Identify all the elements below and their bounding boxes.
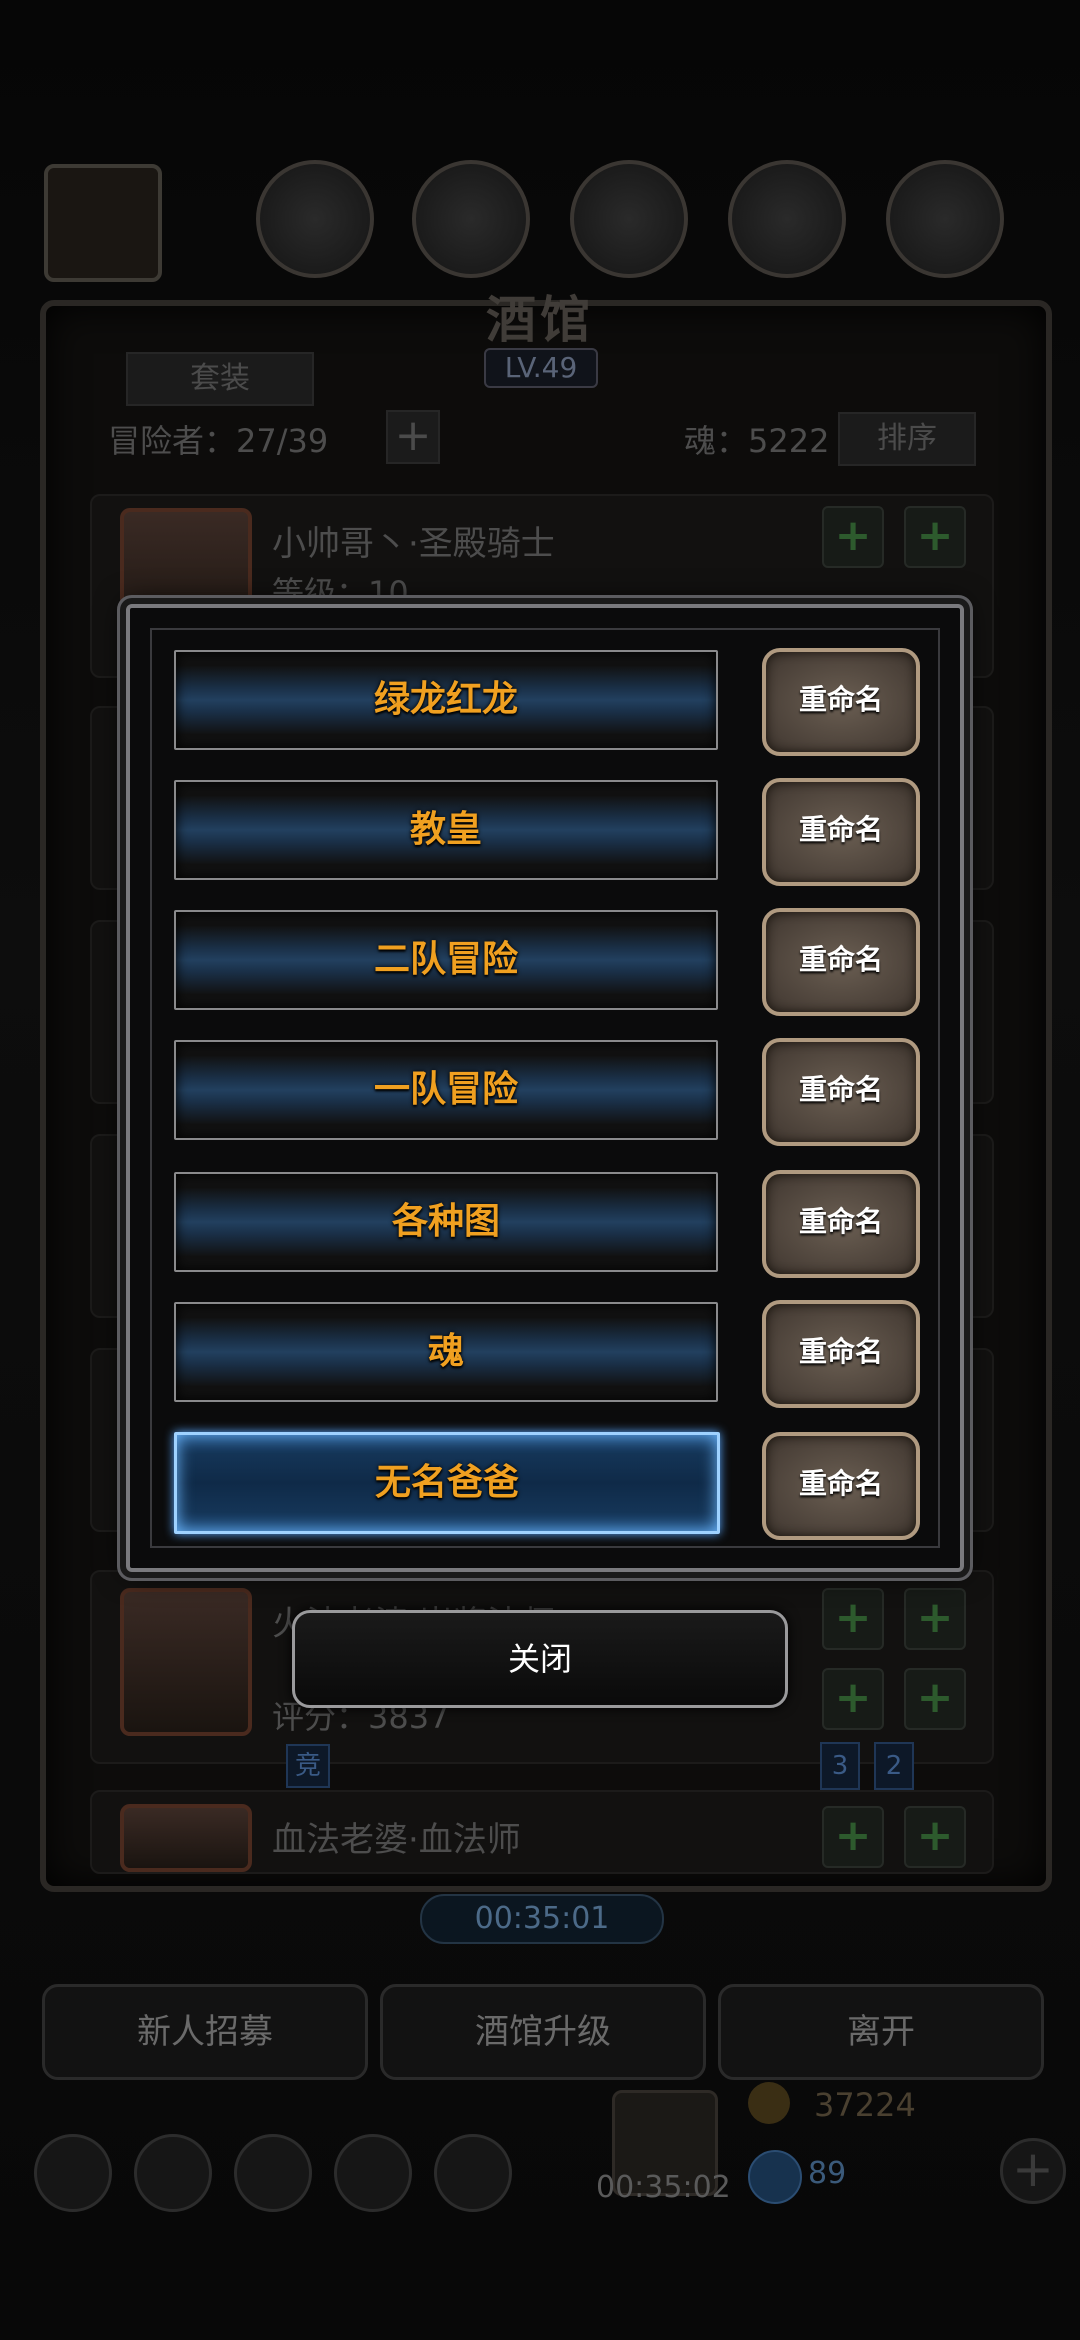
team-slot[interactable]: 一队冒险 bbox=[174, 1040, 718, 1140]
add-gem-button[interactable]: + bbox=[1000, 2138, 1066, 2204]
equip-slot-plus[interactable]: + bbox=[822, 1806, 884, 1868]
add-slot-button[interactable]: + bbox=[386, 410, 440, 464]
timer-text: 00:35:01 bbox=[474, 1901, 610, 1936]
team-slot-label: 教皇 bbox=[409, 809, 482, 850]
equip-slot-plus[interactable]: + bbox=[904, 1806, 966, 1868]
gold-amount: 37224 bbox=[814, 2086, 916, 2124]
hero-portrait bbox=[120, 1804, 252, 1872]
team-slot-label: 各种图 bbox=[391, 1201, 500, 1242]
team-slot-label: 一队冒险 bbox=[373, 1069, 518, 1110]
bottom-timer: 00:35:02 bbox=[596, 2170, 731, 2205]
tab-icon-crystal[interactable] bbox=[728, 160, 846, 278]
mail-icon[interactable] bbox=[334, 2134, 412, 2212]
upgrade-tavern-button[interactable]: 酒馆升级 bbox=[380, 1984, 706, 2080]
team-slot[interactable]: 教皇 bbox=[174, 780, 718, 880]
team-slot-label: 无名爸爸 bbox=[374, 1462, 519, 1503]
hero-name: 小帅哥丶·圣殿骑士 bbox=[272, 524, 555, 564]
equip-slot-plus[interactable]: + bbox=[904, 506, 966, 568]
team-slot-selected[interactable]: 无名爸爸 bbox=[174, 1432, 720, 1534]
achievement-icon[interactable] bbox=[134, 2134, 212, 2212]
tab-icon-weapon[interactable] bbox=[412, 160, 530, 278]
team-slot[interactable]: 各种图 bbox=[174, 1172, 718, 1272]
bag-icon[interactable] bbox=[434, 2134, 512, 2212]
close-button[interactable]: 关闭 bbox=[292, 1610, 788, 1708]
page-title: 酒馆 bbox=[486, 291, 594, 349]
recruit-button[interactable]: 新人招募 bbox=[42, 1984, 368, 2080]
team-slot[interactable]: 二队冒险 bbox=[174, 910, 718, 1010]
refresh-timer: 00:35:01 bbox=[420, 1894, 664, 1944]
rename-button[interactable]: 重命名 bbox=[762, 908, 920, 1016]
equip-slot-plus[interactable]: + bbox=[822, 506, 884, 568]
team-dialog: 绿龙红龙 重命名 教皇 重命名 二队冒险 重命名 一队冒险 重命名 各种图 重命… bbox=[126, 604, 964, 1572]
level-badge: LV.49 bbox=[484, 348, 598, 388]
arena-tag: 竞 bbox=[286, 1744, 330, 1788]
hero-name: 血法老婆·血法师 bbox=[272, 1820, 521, 1860]
equip-slot-plus[interactable]: + bbox=[822, 1668, 884, 1730]
gold-icon bbox=[748, 2082, 790, 2124]
team-slot-label: 二队冒险 bbox=[373, 939, 518, 980]
adventurers-count: 冒险者：27/39 bbox=[108, 422, 329, 460]
equip-slot-plus[interactable]: + bbox=[904, 1668, 966, 1730]
equip-slot-plus[interactable]: + bbox=[904, 1588, 966, 1650]
sort-button[interactable]: 排序 bbox=[838, 412, 976, 466]
tab-icon-fire[interactable] bbox=[256, 160, 374, 278]
team-slot[interactable]: 魂 bbox=[174, 1302, 718, 1402]
tab-icon-armor[interactable] bbox=[570, 160, 688, 278]
tab-icon-dark[interactable] bbox=[886, 160, 1004, 278]
gem-icon bbox=[748, 2150, 802, 2204]
rename-button[interactable]: 重命名 bbox=[762, 648, 920, 756]
rename-button[interactable]: 重命名 bbox=[762, 1170, 920, 1278]
equip-slot-plus[interactable]: + bbox=[822, 1588, 884, 1650]
star-badge: 3 bbox=[820, 1742, 860, 1790]
hero-portrait bbox=[120, 1588, 252, 1736]
rename-button[interactable]: 重命名 bbox=[762, 1432, 920, 1540]
rename-button[interactable]: 重命名 bbox=[762, 778, 920, 886]
scroll-icon[interactable] bbox=[234, 2134, 312, 2212]
rename-button[interactable]: 重命名 bbox=[762, 1300, 920, 1408]
souls-count: 魂：5222 bbox=[684, 422, 830, 460]
tab-icon-tavern[interactable] bbox=[44, 164, 162, 282]
rename-button[interactable]: 重命名 bbox=[762, 1038, 920, 1146]
outfit-button[interactable]: 套装 bbox=[126, 352, 314, 406]
settings-icon[interactable] bbox=[34, 2134, 112, 2212]
team-slot-label: 绿龙红龙 bbox=[373, 679, 518, 720]
team-slot[interactable]: 绿龙红龙 bbox=[174, 650, 718, 750]
gem-amount: 89 bbox=[808, 2156, 847, 2191]
leave-button[interactable]: 离开 bbox=[718, 1984, 1044, 2080]
star-badge: 2 bbox=[874, 1742, 914, 1790]
team-slot-label: 魂 bbox=[427, 1331, 464, 1372]
